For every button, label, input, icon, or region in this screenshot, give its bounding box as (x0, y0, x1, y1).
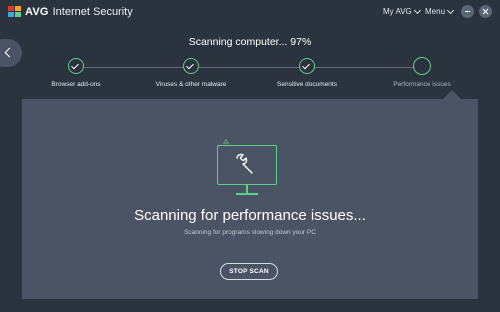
monitor-base (236, 193, 258, 195)
product-name: Internet Security (52, 6, 133, 18)
chevron-left-icon (4, 47, 15, 58)
avg-logo-icon (8, 6, 22, 18)
minimize-button[interactable] (461, 5, 474, 18)
menu-label: Menu (425, 7, 446, 16)
step-4-pending-icon (413, 57, 431, 75)
my-avg-label: My AVG (383, 7, 412, 16)
close-button[interactable] (479, 5, 492, 18)
panel-pointer (443, 90, 461, 99)
chevron-down-icon (446, 6, 455, 14)
stop-scan-button[interactable]: STOP SCAN (220, 263, 278, 280)
step-label-sensitive-documents: Sensitive documents (277, 81, 337, 88)
step-label-viruses: Viruses & other malware (155, 81, 227, 88)
brand-name: AVG (25, 6, 49, 18)
wrench-icon (236, 153, 253, 174)
avg-logo: AVG Internet Security (8, 5, 133, 19)
my-avg-menu[interactable]: My AVG (383, 6, 421, 16)
step-label-performance: Performance issues (393, 81, 451, 88)
scan-progress-title: Scanning computer... 97% (188, 36, 312, 48)
step-label-browser-addons: Browser add-ons (51, 81, 101, 88)
chevron-down-icon (413, 6, 421, 14)
main-menu[interactable]: Menu (425, 6, 455, 16)
step-1-checkmark-icon (68, 58, 84, 74)
panel-subheading: Scanning for programs slowing down your … (184, 229, 316, 236)
step-3-checkmark-icon (299, 58, 315, 74)
panel-heading: Scanning for performance issues... (134, 207, 366, 224)
title-bar: AVG Internet Security My AVG Menu (0, 0, 500, 24)
step-track (78, 67, 422, 68)
step-2-checkmark-icon (183, 58, 199, 74)
monitor-stand (246, 185, 248, 193)
